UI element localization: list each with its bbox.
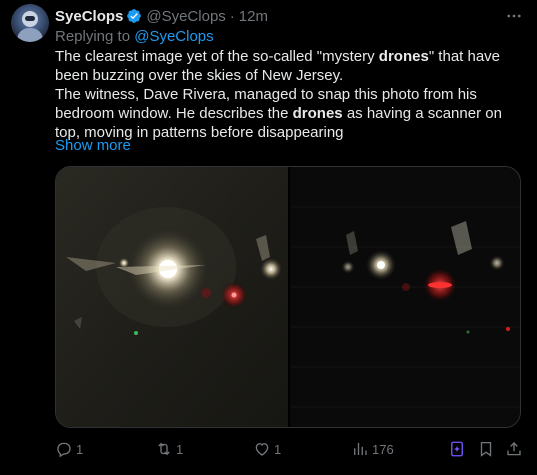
replying-to: Replying to @SyeClops — [55, 28, 214, 45]
tweet-media[interactable] — [55, 166, 521, 428]
like-button[interactable]: 1 — [253, 438, 281, 460]
reply-count: 1 — [76, 441, 84, 457]
reply-button[interactable]: 1 — [55, 438, 83, 460]
author-name[interactable]: SyeClops — [55, 8, 123, 25]
timestamp[interactable]: 12m — [239, 8, 268, 25]
paragraph-2: The witness, Dave Rivera, managed to sna… — [55, 86, 502, 141]
tweet[interactable]: SyeClops @SyeClops · 12m Replying to @Sy… — [0, 0, 537, 475]
more-options-icon[interactable] — [504, 6, 524, 26]
like-count: 1 — [274, 441, 282, 457]
separator-dot: · — [229, 7, 235, 25]
bookmark-button[interactable] — [477, 438, 495, 460]
replying-to-label: Replying to — [55, 28, 131, 45]
drone-photo — [56, 167, 520, 427]
tweet-header: SyeClops @SyeClops · 12m — [55, 6, 537, 26]
heart-icon — [255, 443, 269, 456]
repost-count: 1 — [176, 441, 184, 457]
bold-term: drones — [378, 48, 429, 65]
repost-icon — [158, 442, 170, 456]
replying-to-link[interactable]: @SyeClops — [134, 28, 213, 45]
bookmark-icon — [480, 441, 492, 457]
views-chart-icon — [354, 443, 367, 455]
repost-button[interactable]: 1 — [155, 438, 183, 460]
action-bar: 1 1 1 176 — [55, 438, 525, 460]
views-button[interactable]: 176 — [351, 438, 394, 460]
share-button[interactable] — [505, 438, 523, 460]
bold-term: drones — [292, 105, 343, 122]
author-handle[interactable]: @SyeClops — [146, 8, 225, 25]
views-count: 176 — [372, 441, 394, 457]
share-icon — [507, 442, 521, 456]
avatar[interactable] — [11, 4, 49, 42]
paragraph-1: The clearest image yet of the so-called … — [55, 48, 501, 84]
tweet-text: The clearest image yet of the so-called … — [55, 47, 525, 142]
reply-icon — [57, 442, 71, 458]
grok-button[interactable] — [448, 438, 466, 460]
show-more-link[interactable]: Show more — [55, 137, 131, 154]
verified-badge-icon — [127, 9, 142, 23]
grok-icon — [451, 441, 463, 457]
